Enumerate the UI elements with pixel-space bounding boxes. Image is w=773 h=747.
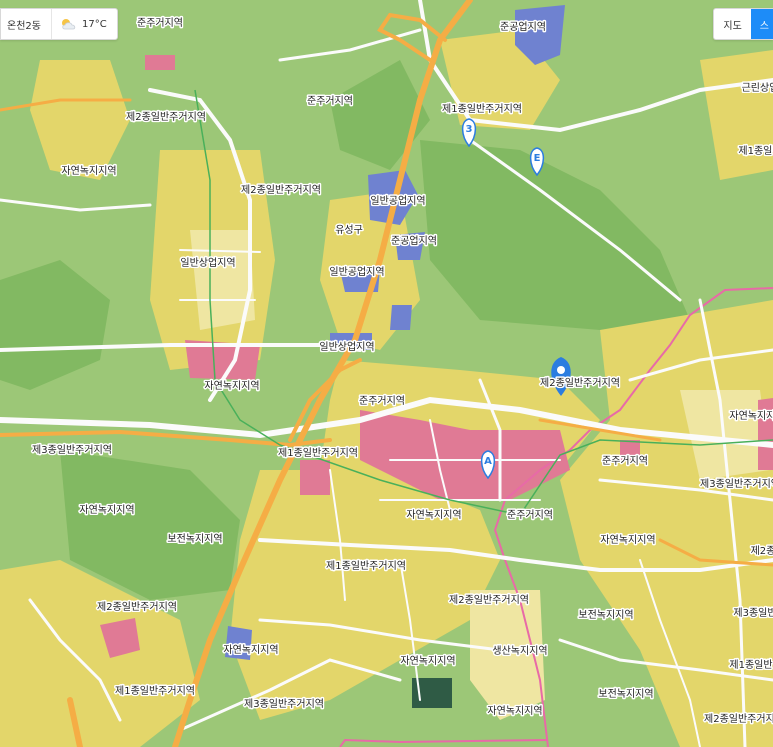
zone-label: 일반상업지역 — [319, 340, 374, 353]
zone-label: 보전녹지지역 — [598, 688, 653, 700]
zone-label: 자연녹지지역 — [61, 165, 116, 177]
partly-cloudy-icon — [61, 19, 76, 30]
map-type-map-button[interactable]: 지도 — [714, 9, 750, 39]
zone-label: 준공업지역 — [500, 20, 546, 33]
zone-label: 제2종 — [751, 545, 773, 557]
zone-label: 준주거지역 — [602, 455, 648, 467]
weather-temperature-group: 17°C — [52, 17, 117, 31]
zone-label: 제3종일반 — [733, 607, 773, 619]
zone-label: 생산녹지지역 — [492, 645, 547, 657]
zone-label: 자연녹지지역 — [487, 705, 542, 717]
zone-label: 제1종일반 — [729, 659, 772, 671]
zone-label: 제1종일반주거지역 — [278, 447, 358, 459]
zone-label: 제1종일반주거지역 — [442, 103, 522, 115]
zone-label: 제1종일반주거지역 — [326, 560, 406, 572]
route-marker-a-label: A — [484, 456, 492, 467]
region-name: 온천2동 — [1, 9, 52, 39]
map-type-toggle: 지도 스 — [713, 8, 773, 40]
zone-label: 제2종일반주거지역 — [449, 594, 529, 606]
district-label: 유성구 — [335, 224, 363, 236]
zone-label: 보전녹지지역 — [578, 609, 633, 621]
route-marker-e-label: E — [534, 153, 541, 164]
zone-label: 근린상업 — [742, 81, 773, 94]
map-type-satellite-button[interactable]: 스 — [750, 9, 773, 39]
zone-label: 제3종일반주거지역 — [244, 698, 324, 710]
zone-label: 일반공업지역 — [370, 194, 425, 207]
zone-label: 자연녹지지역 — [729, 410, 773, 422]
temperature-value: 17°C — [81, 18, 107, 30]
zone-label: 준주거지역 — [137, 17, 183, 29]
zone-label: 준주거지역 — [307, 95, 353, 107]
zone-label: 제2종일반주거지역 — [97, 601, 177, 613]
zone-label: 보전녹지지역 — [167, 533, 222, 545]
zone-label: 자연녹지지역 — [406, 509, 461, 521]
zone-label: 준공업지역 — [391, 234, 437, 247]
zoning-map[interactable]: 3 E A 유성구 준주거지역 준공업지역 제1종일반주거지역 근린상업 준주거… — [0, 0, 773, 747]
route-marker-3-label: 3 — [466, 124, 473, 135]
zone-label: 제2종일반주거지역 — [540, 377, 620, 389]
zone-label: 자연녹지지역 — [204, 380, 259, 392]
zone-label: 자연녹지지역 — [223, 644, 278, 656]
zone-label: 준주거지역 — [507, 509, 553, 521]
zone-label: 자연녹지지역 — [400, 655, 455, 667]
zone-label: 자연녹지지역 — [79, 504, 134, 516]
zone-label: 제3종일반주거지역 — [32, 444, 112, 456]
zone-label: 제2종일반주거지역 — [126, 111, 206, 123]
zone-label: 제1종일반주거지역 — [115, 685, 195, 697]
zone-label: 제1종일반 — [738, 145, 773, 157]
zone-label: 자연녹지지역 — [600, 534, 655, 546]
zone-label: 일반공업지역 — [329, 265, 384, 278]
weather-widget[interactable]: 온천2동 17°C — [0, 8, 118, 40]
zone-label: 제2종일반주거지역 — [704, 713, 773, 725]
zone-label: 일반상업지역 — [180, 256, 235, 269]
zone-label: 제2종일반주거지역 — [241, 184, 321, 196]
zone-label: 제3종일반주거지역 — [700, 478, 773, 490]
zone-label: 준주거지역 — [359, 395, 405, 407]
